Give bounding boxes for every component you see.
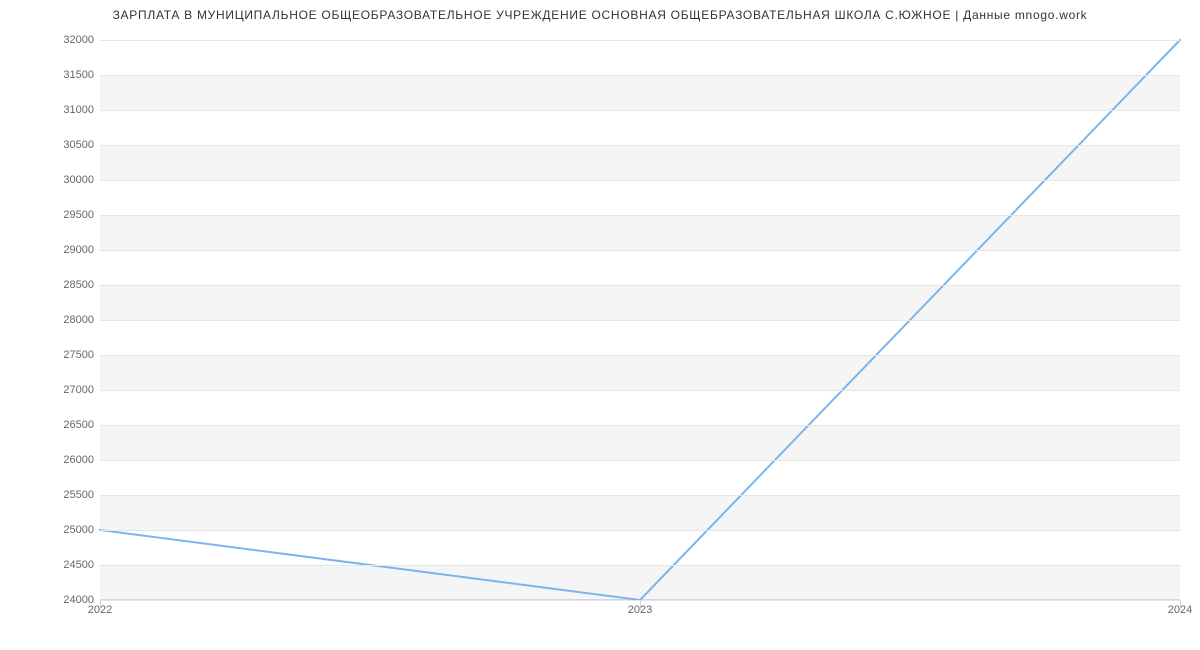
y-tick-label: 31000 <box>4 104 94 116</box>
y-tick-label: 29500 <box>4 209 94 221</box>
y-gridline <box>100 565 1180 566</box>
y-tick-label: 27500 <box>4 349 94 361</box>
y-tick-label: 30000 <box>4 174 94 186</box>
y-gridline <box>100 40 1180 41</box>
y-gridline <box>100 180 1180 181</box>
y-tick-label: 30500 <box>4 139 94 151</box>
chart-title: ЗАРПЛАТА В МУНИЦИПАЛЬНОЕ ОБЩЕОБРАЗОВАТЕЛ… <box>0 8 1200 22</box>
y-tick-label: 24500 <box>4 559 94 571</box>
y-tick-label: 29000 <box>4 244 94 256</box>
y-gridline <box>100 425 1180 426</box>
y-gridline <box>100 460 1180 461</box>
y-gridline <box>100 320 1180 321</box>
y-gridline <box>100 285 1180 286</box>
y-gridline <box>100 495 1180 496</box>
x-tick-label: 2024 <box>1168 604 1192 616</box>
y-tick-label: 25000 <box>4 524 94 536</box>
y-gridline <box>100 355 1180 356</box>
y-gridline <box>100 530 1180 531</box>
chart-container: ЗАРПЛАТА В МУНИЦИПАЛЬНОЕ ОБЩЕОБРАЗОВАТЕЛ… <box>0 0 1200 650</box>
y-gridline <box>100 75 1180 76</box>
y-gridline <box>100 110 1180 111</box>
y-tick-label: 24000 <box>4 594 94 606</box>
x-tick-label: 2022 <box>88 604 112 616</box>
y-gridline <box>100 250 1180 251</box>
y-tick-label: 28500 <box>4 279 94 291</box>
y-tick-label: 25500 <box>4 489 94 501</box>
y-gridline <box>100 390 1180 391</box>
y-tick-label: 26500 <box>4 419 94 431</box>
plot-area <box>100 40 1180 600</box>
y-tick-label: 31500 <box>4 69 94 81</box>
y-tick-label: 32000 <box>4 34 94 46</box>
y-gridline <box>100 145 1180 146</box>
y-gridline <box>100 215 1180 216</box>
y-tick-label: 28000 <box>4 314 94 326</box>
y-tick-label: 27000 <box>4 384 94 396</box>
y-tick-label: 26000 <box>4 454 94 466</box>
x-tick-label: 2023 <box>628 604 652 616</box>
